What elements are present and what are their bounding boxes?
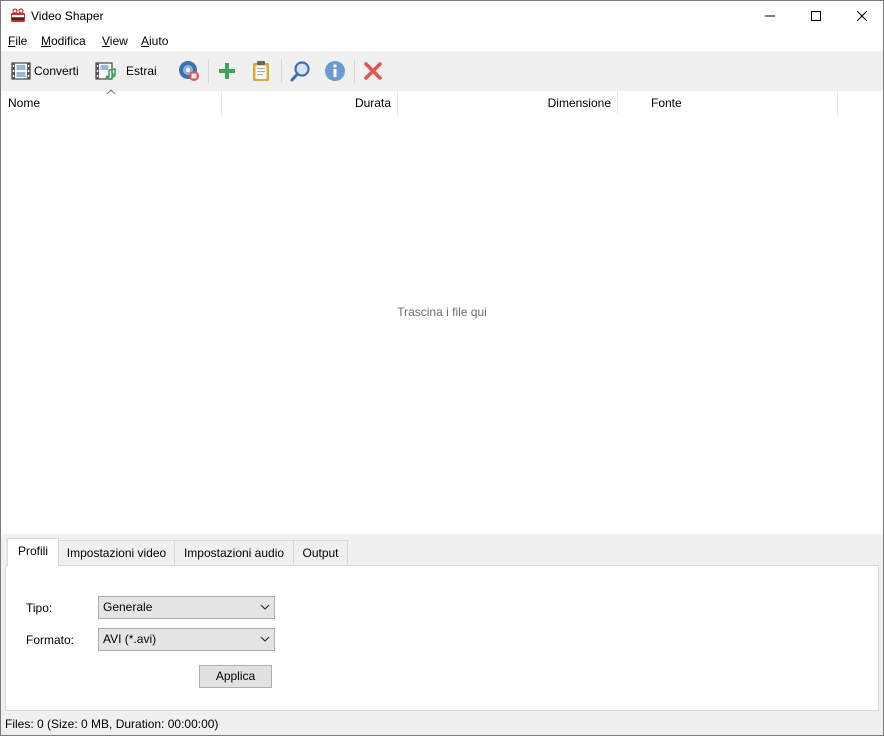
plus-icon	[219, 63, 235, 79]
column-header-nome[interactable]: Nome	[1, 89, 222, 115]
menu-file[interactable]: File	[8, 34, 27, 48]
type-value: Generale	[103, 600, 153, 614]
toolbar-separator	[208, 59, 209, 83]
close-button[interactable]	[839, 1, 884, 31]
delete-icon	[364, 62, 382, 80]
magnifier-icon	[290, 61, 310, 82]
format-select[interactable]: AVI (*.avi)	[98, 628, 275, 651]
column-header-fonte[interactable]: Fonte	[618, 91, 838, 115]
info-button[interactable]	[324, 57, 346, 85]
tab-impostazioni-video[interactable]: Impostazioni video	[58, 540, 175, 565]
disc-record-icon	[179, 61, 199, 81]
status-bar: Files: 0 (Size: 0 MB, Duration: 00:00:00…	[1, 713, 883, 735]
tab-profili[interactable]: Profili	[7, 538, 59, 566]
burn-disc-button[interactable]	[178, 57, 200, 85]
tab-output[interactable]: Output	[293, 540, 348, 565]
app-logo-icon	[11, 8, 25, 22]
menu-view[interactable]: View	[102, 34, 128, 48]
convert-button[interactable]: Converti	[11, 57, 79, 85]
format-label: Formato:	[26, 633, 75, 647]
status-text: Files: 0 (Size: 0 MB, Duration: 00:00:00…	[5, 717, 219, 731]
paste-button[interactable]	[251, 57, 271, 85]
film-music-icon	[95, 62, 116, 80]
toolbar-separator	[281, 59, 282, 83]
clipboard-icon	[253, 61, 269, 81]
menu-modifica[interactable]: Modifica	[41, 34, 86, 48]
menu-aiuto[interactable]: Aiuto	[141, 34, 168, 48]
chevron-down-icon	[260, 636, 270, 642]
extract-button[interactable]: Estrai	[95, 57, 157, 85]
minimize-button[interactable]	[747, 1, 793, 31]
info-icon	[325, 61, 345, 81]
search-button[interactable]	[290, 57, 312, 85]
remove-button[interactable]	[363, 57, 383, 85]
chevron-down-icon	[260, 604, 270, 610]
add-file-button[interactable]	[217, 57, 237, 85]
toolbar: Converti Estrai	[1, 51, 883, 91]
close-icon	[857, 11, 867, 21]
tab-impostazioni-audio[interactable]: Impostazioni audio	[174, 540, 294, 565]
toolbar-separator	[354, 59, 355, 83]
app-window: Video Shaper File Modifica View Aiuto Co…	[0, 0, 884, 736]
format-value: AVI (*.avi)	[103, 632, 157, 646]
maximize-button[interactable]	[793, 1, 839, 31]
column-header-dimensione[interactable]: Dimensione	[398, 91, 618, 115]
apply-button[interactable]: Applica	[199, 665, 272, 688]
file-list[interactable]: Nome Durata Dimensione Fonte Trascina i …	[1, 89, 883, 534]
drop-hint: Trascina i file qui	[397, 305, 487, 319]
type-select[interactable]: Generale	[98, 596, 275, 619]
film-icon	[11, 62, 31, 80]
maximize-icon	[811, 11, 821, 21]
window-title: Video Shaper	[31, 9, 104, 23]
convert-label: Converti	[34, 64, 79, 78]
menu-bar: File Modifica View Aiuto	[1, 31, 883, 51]
title-bar[interactable]: Video Shaper	[1, 1, 883, 31]
type-label: Tipo:	[26, 601, 53, 615]
sort-ascending-icon	[106, 89, 116, 95]
extract-label: Estrai	[126, 64, 157, 78]
minimize-icon	[765, 15, 775, 17]
column-header-durata[interactable]: Durata	[222, 91, 398, 115]
